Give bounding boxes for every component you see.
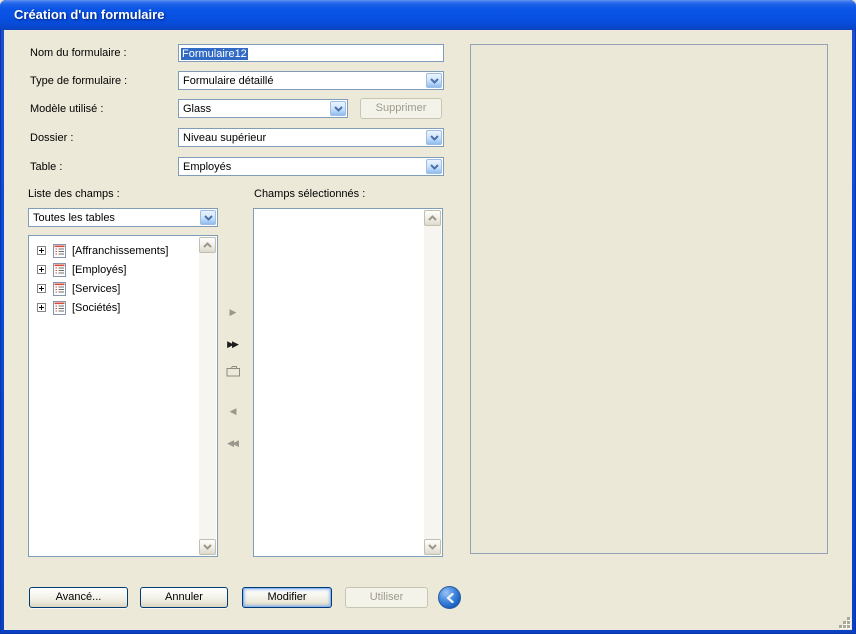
form-model-select[interactable]: Glass	[178, 99, 348, 118]
back-button[interactable]	[438, 586, 461, 609]
scroll-up-icon[interactable]	[424, 210, 441, 226]
resize-grip-icon[interactable]	[837, 615, 850, 628]
form-table-label: Table :	[30, 161, 62, 173]
table-tree-item-label: [Services]	[72, 283, 120, 295]
table-icon	[53, 244, 66, 258]
form-model-value: Glass	[183, 102, 327, 116]
edit-button[interactable]: Modifier	[242, 587, 332, 608]
window-title: Création d'un formulaire	[14, 0, 164, 30]
form-model-label: Modèle utilisé :	[30, 103, 103, 115]
table-tree-item-label: [Sociétés]	[72, 302, 120, 314]
chevron-down-icon[interactable]	[330, 101, 346, 116]
table-icon	[53, 263, 66, 277]
cancel-button[interactable]: Annuler	[140, 587, 228, 608]
expand-plus-icon[interactable]	[37, 246, 46, 255]
field-table-tree: [Affranchissements] [Employés]	[30, 237, 199, 555]
chevron-down-icon[interactable]	[426, 73, 442, 88]
selected-scrollbar[interactable]	[424, 210, 441, 555]
remove-all-fields-button[interactable]: ◀◀	[224, 434, 242, 452]
tree-scrollbar[interactable]	[199, 237, 216, 555]
chevron-down-icon[interactable]	[200, 210, 216, 225]
form-folder-value: Niveau supérieur	[183, 131, 423, 145]
form-table-value: Employés	[183, 160, 423, 174]
scroll-up-icon[interactable]	[199, 237, 216, 253]
form-type-label: Type de formulaire :	[30, 75, 127, 87]
advanced-button[interactable]: Avancé...	[29, 587, 128, 608]
table-tree-item[interactable]: [Employés]	[30, 260, 199, 279]
chevron-down-icon[interactable]	[426, 159, 442, 174]
dialog-window: Création d'un formulaire Nom du formulai…	[0, 0, 856, 634]
table-tree-item-label: [Employés]	[72, 264, 126, 276]
form-folder-select[interactable]: Niveau supérieur	[178, 128, 444, 147]
scroll-down-icon[interactable]	[424, 539, 441, 555]
selected-fields-list[interactable]	[253, 208, 443, 557]
table-icon	[53, 301, 66, 315]
add-field-button[interactable]: ▶	[224, 303, 242, 321]
table-tree-item[interactable]: [Services]	[30, 279, 199, 298]
remove-field-button[interactable]: ◀	[224, 402, 242, 420]
use-button[interactable]: Utiliser	[345, 587, 428, 608]
form-type-select[interactable]: Formulaire détaillé	[178, 71, 444, 90]
form-name-label: Nom du formulaire :	[30, 47, 127, 59]
folder-icon[interactable]	[224, 362, 242, 380]
form-table-select[interactable]: Employés	[178, 157, 444, 176]
dialog-body: Nom du formulaire : Type de formulaire :…	[4, 30, 852, 630]
titlebar[interactable]: Création d'un formulaire	[0, 0, 856, 30]
form-name-input[interactable]: Formulaire12	[178, 44, 444, 62]
expand-plus-icon[interactable]	[37, 303, 46, 312]
form-folder-label: Dossier :	[30, 132, 73, 144]
scroll-down-icon[interactable]	[199, 539, 216, 555]
table-icon	[53, 282, 66, 296]
table-tree-item[interactable]: [Sociétés]	[30, 298, 199, 317]
selected-fields-label: Champs sélectionnés :	[254, 188, 365, 200]
chevron-left-icon	[446, 593, 454, 603]
form-preview-pane	[470, 44, 828, 554]
field-list-label: Liste des champs :	[28, 188, 120, 200]
field-list-filter-select[interactable]: Toutes les tables	[28, 208, 218, 227]
form-type-value: Formulaire détaillé	[183, 74, 423, 88]
table-tree-item-label: [Affranchissements]	[72, 245, 168, 257]
table-tree-item[interactable]: [Affranchissements]	[30, 241, 199, 260]
form-name-value: Formulaire12	[181, 48, 248, 60]
field-table-list[interactable]: [Affranchissements] [Employés]	[28, 235, 218, 557]
field-list-filter-value: Toutes les tables	[33, 211, 197, 225]
expand-plus-icon[interactable]	[37, 265, 46, 274]
add-all-fields-button[interactable]: ▶▶	[224, 335, 242, 353]
chevron-down-icon[interactable]	[426, 130, 442, 145]
delete-model-button[interactable]: Supprimer	[360, 98, 442, 119]
expand-plus-icon[interactable]	[37, 284, 46, 293]
